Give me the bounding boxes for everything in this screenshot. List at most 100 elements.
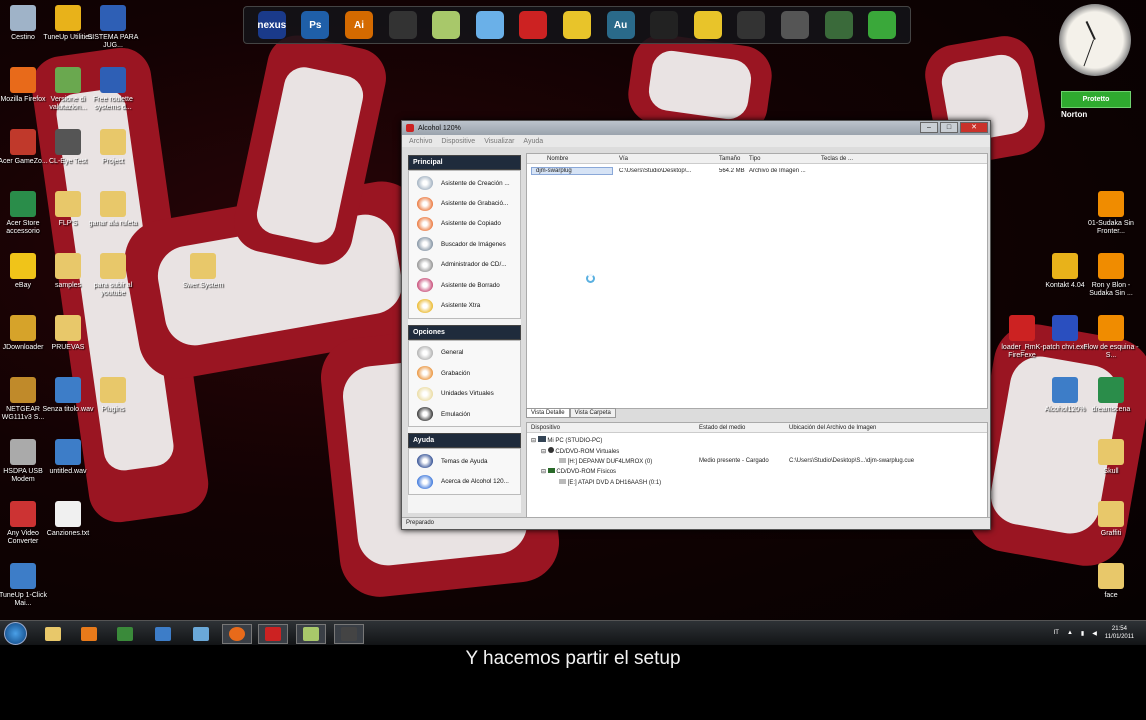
virtual-drive-location: C:\Users\Studio\Desktop\S...\djm-swarplu… [789,458,915,464]
maximize-button[interactable]: □ [940,122,958,133]
desktop-icon[interactable]: Ron y Blon - Sudaka Sin ... [1083,253,1139,298]
tray-clock[interactable]: 21:54 11/01/2011 [1105,625,1134,641]
desktop-icon[interactable]: SISTEMA PARA JUG... [85,5,141,50]
triangle-app-icon[interactable] [780,11,809,39]
camera-icon[interactable] [388,11,417,39]
jdownloader-icon [10,315,36,341]
desktop-icon[interactable]: Flow de esquina - S... [1083,315,1139,360]
volume-tray-icon[interactable]: ◀ [1092,630,1097,637]
taskbar-notes[interactable] [296,624,326,644]
sidebar-item[interactable]: Asistente de Creación ... [409,173,520,193]
flash-icon[interactable] [519,11,548,39]
desktop-icon[interactable]: TuneUp 1-Click Mai... [0,563,51,608]
view-tab[interactable]: Vista Detalle [526,408,570,418]
illustrator-icon[interactable]: Ai [344,11,373,39]
tray-arrow-icon[interactable]: ▲ [1067,630,1073,636]
taskbar-firefox[interactable] [222,624,252,644]
menu-item[interactable]: Ayuda [523,138,543,145]
menu-item[interactable]: Visualizar [484,138,514,145]
image-file-row[interactable]: djm-swarplug C:\Users\Studio\Desktop\... 5… [527,165,987,176]
audition-icon[interactable]: Au [606,11,635,39]
view-tab[interactable]: Vista Carpeta [569,408,616,418]
column-header[interactable]: Tipo [745,156,817,162]
norton-status-button[interactable]: Protetto [1061,91,1131,108]
virtual-drive-row[interactable]: [H:] DEPANW DUF4LMROX (0) [559,458,652,465]
desktop-icon[interactable]: untitled.wav [40,439,96,476]
photoshop-icon[interactable]: Ps [301,11,330,39]
menu-item[interactable]: Archivo [409,138,432,145]
menu-item[interactable]: Dispositive [441,138,475,145]
sidebar-item[interactable]: Temas de Ayuda [409,451,520,471]
taskbar-media-player[interactable] [74,624,104,644]
desktop-icon[interactable]: Swer.System [175,253,231,290]
desktop-icon[interactable]: Canziones.txt [40,501,96,538]
desktop-icon[interactable]: para subir al youtube [85,253,141,298]
fl-logo-icon[interactable] [737,11,766,39]
sidebar-item-label: Buscador de Imágenes [441,240,506,248]
taskbar-app[interactable] [186,624,216,644]
dock: nexus Ps Ai Au [243,6,911,44]
physical-drive-row[interactable]: [E:] ATAPI DVD A DH16AASH (0:1) [559,479,661,486]
sidebar-item[interactable]: Buscador de Imágenes [409,234,520,254]
sidebar-item[interactable]: Asistente de Borrado [409,275,520,295]
desktop-icon[interactable]: ganar ala ruleta [85,191,141,228]
fl-studio-icon[interactable] [562,11,591,39]
sidebar-item[interactable]: Grabación [409,363,520,383]
virtual-drive-icon [417,386,433,401]
column-header[interactable]: Vía [615,156,715,162]
desktop-icon[interactable]: Graffiti [1083,501,1139,538]
desktop-icon[interactable]: dreamscena [1083,377,1139,414]
sidebar-item[interactable]: General [409,343,520,363]
column-header[interactable]: Estado del medio [695,425,785,431]
itunes-icon[interactable] [475,11,504,39]
device-tree-root[interactable]: ⊟ Mi PC (STUDIO-PC) [531,436,602,444]
desktop-icon[interactable]: Skull [1083,439,1139,476]
language-indicator[interactable]: IT [1054,630,1059,636]
column-header[interactable]: Ubicación del Archivo de Imagen [785,425,935,431]
desktop-icon-label: para subir al youtube [93,282,133,297]
sims-icon[interactable] [868,11,897,39]
sidebar-item[interactable]: Asistente de Copiado [409,214,520,234]
desktop-icon[interactable]: Free roulette systems d... [85,67,141,112]
virtual-drives-group[interactable]: ⊟ CD/DVD-ROM Virtuales [541,447,619,455]
app-icon [341,627,357,641]
taskbar-alcohol[interactable] [258,624,288,644]
taskbar-app[interactable] [334,624,364,644]
close-button[interactable]: ✕ [960,122,988,133]
sidebar-item[interactable]: Asistente Xtra [409,295,520,315]
sidebar-item-label: Asistente de Copiado [441,220,501,228]
notes-icon[interactable] [432,11,461,39]
window-titlebar[interactable]: Alcohol 120% – □ ✕ [402,121,990,135]
column-header[interactable]: Tamaño [715,156,745,162]
desktop-icon[interactable]: PRUEVAS [40,315,96,352]
taskbar-app[interactable] [110,624,140,644]
taskbar: IT ▲ ▮ ◀ 21:54 11/01/2011 [0,620,1146,645]
desktop-icon[interactable]: face [1083,563,1139,600]
network-tray-icon[interactable]: ▮ [1081,630,1084,637]
sidebar-item[interactable]: Acerca de Alcohol 120... [409,472,520,492]
circle-app-icon[interactable] [650,11,679,39]
taskbar-app[interactable] [148,624,178,644]
desktop-icon[interactable]: Plugins [85,377,141,414]
fl-studio-icon[interactable] [693,11,722,39]
taskbar-explorer[interactable] [38,624,68,644]
column-header[interactable]: Nombre [527,156,615,162]
desktop-icon-label: Ron y Blon - Sudaka Sin ... [1089,282,1133,297]
desktop-icon[interactable]: 01-Sudaka Sin Fronter... [1083,191,1139,236]
sidebar-item[interactable]: Asistente de Grabació... [409,193,520,213]
copy-disc-icon [417,216,433,231]
column-header[interactable]: Teclas de ... [817,156,877,162]
start-button[interactable] [4,622,27,645]
busy-cursor-icon [586,274,595,283]
desktop-icon-label: 01-Sudaka Sin Fronter... [1088,220,1134,235]
desktop-icon[interactable]: Project [85,129,141,166]
column-header[interactable]: Dispositivo [527,425,695,431]
xtra-icon [417,298,433,313]
physical-drives-group[interactable]: ⊟ CD/DVD-ROM Físicos [541,468,616,475]
minimize-button[interactable]: – [920,122,938,133]
sidebar-item[interactable]: Administrador de CD/... [409,255,520,275]
sidebar-item[interactable]: Unidades Virtuales [409,384,520,404]
nexus-icon[interactable]: nexus [257,11,286,39]
sidebar-item[interactable]: Emulación [409,404,520,424]
money-icon[interactable] [824,11,853,39]
